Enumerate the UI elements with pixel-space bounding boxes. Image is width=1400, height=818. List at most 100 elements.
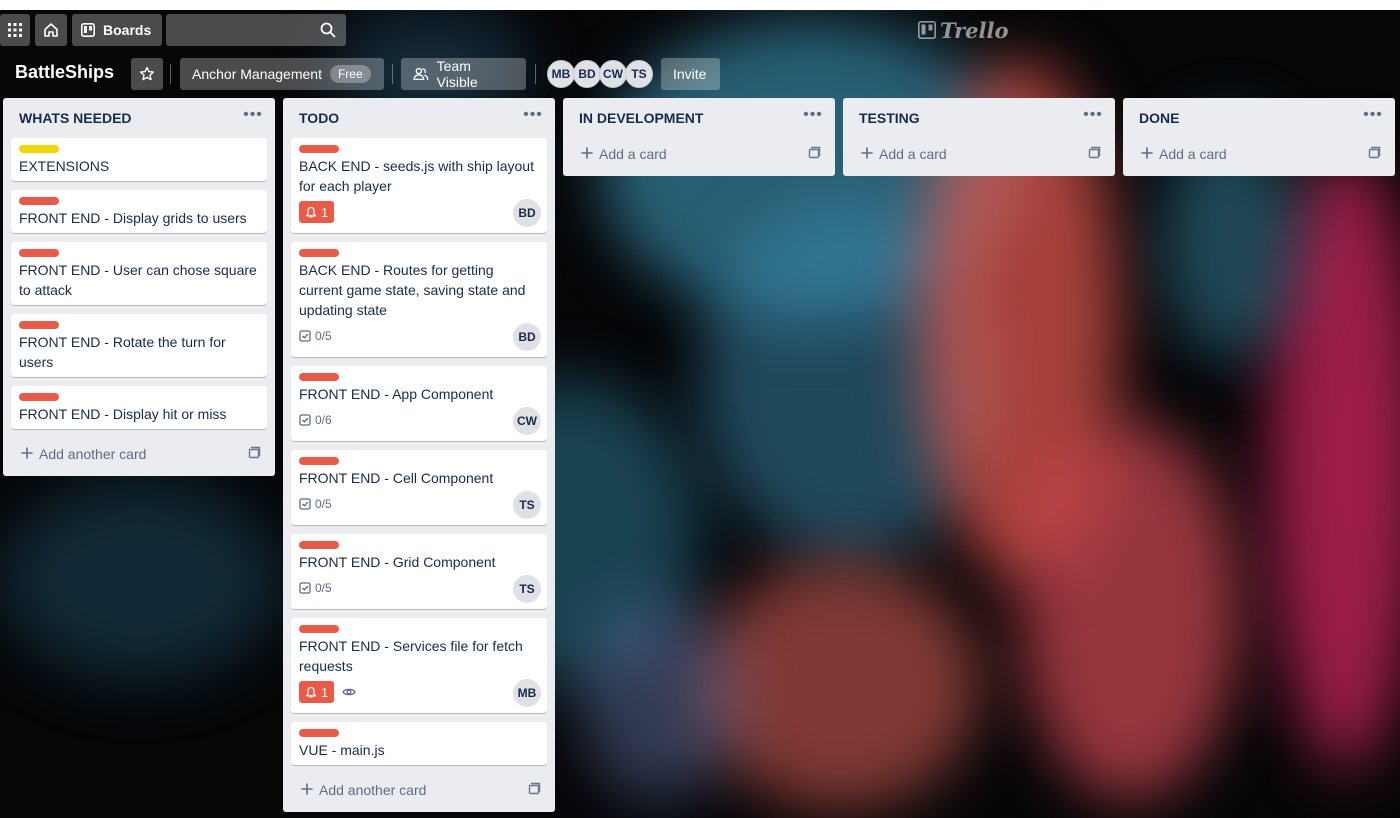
add-card-button[interactable]: Add a card <box>851 140 1107 168</box>
list-header: TESTING ••• <box>843 98 1115 138</box>
list-menu-icon[interactable]: ••• <box>241 106 265 130</box>
browser-edge <box>0 0 1400 10</box>
card[interactable]: FRONT END - Cell Component 0/5 TS <box>291 450 547 525</box>
card-label[interactable] <box>299 541 339 549</box>
card-member-avatar[interactable]: TS <box>513 491 541 519</box>
add-card-label: Add a card <box>599 146 667 162</box>
add-card-label: Add another card <box>319 782 427 798</box>
card[interactable]: FRONT END - App Component 0/6 CW <box>291 366 547 441</box>
list-whats-needed: WHATS NEEDED ••• EXTENSIONS FRONT END - … <box>3 98 275 476</box>
board-title[interactable]: BattleShips <box>15 62 114 83</box>
list-menu-icon[interactable]: ••• <box>521 106 545 130</box>
grid-icon <box>8 23 22 37</box>
checklist-count: 0/6 <box>315 413 332 427</box>
card-label[interactable] <box>19 321 59 329</box>
checklist-badge: 0/6 <box>299 413 332 427</box>
list-title[interactable]: WHATS NEEDED <box>19 110 132 126</box>
plus-icon <box>861 146 873 162</box>
add-card-button[interactable]: Add a card <box>571 140 827 168</box>
card[interactable]: FRONT END - User can chose square to att… <box>11 242 267 305</box>
member-avatar[interactable]: BD <box>573 60 601 88</box>
list-title[interactable]: DONE <box>1139 110 1179 126</box>
card-label[interactable] <box>299 457 339 465</box>
checklist-count: 0/5 <box>315 581 332 595</box>
card-title: FRONT END - User can chose square to att… <box>19 262 257 298</box>
home-icon <box>44 23 58 37</box>
card-member-avatar[interactable]: MB <box>513 679 541 707</box>
due-badge[interactable]: 1 <box>299 681 335 703</box>
card-title: FRONT END - Display hit or miss <box>19 406 227 422</box>
trello-logo[interactable]: Trello <box>918 17 1009 43</box>
card-template-icon[interactable] <box>1087 146 1101 163</box>
divider <box>392 64 393 84</box>
visibility-button[interactable]: Team Visible <box>401 58 526 90</box>
logo-text: Trello <box>940 17 1009 43</box>
list-header: WHATS NEEDED ••• <box>3 98 275 138</box>
card-template-icon[interactable] <box>807 146 821 163</box>
list-todo: TODO ••• BACK END - seeds.js with ship l… <box>283 98 555 812</box>
card-label[interactable] <box>299 145 339 153</box>
card-badges: 0/6 <box>299 413 332 427</box>
list-menu-icon[interactable]: ••• <box>801 106 825 130</box>
card-label[interactable] <box>299 373 339 381</box>
add-card-button[interactable]: Add another card <box>291 776 547 804</box>
member-avatar[interactable]: TS <box>625 60 653 88</box>
card-template-icon[interactable] <box>527 782 541 799</box>
card[interactable]: VUE - main.js <box>291 722 547 765</box>
card-label[interactable] <box>19 393 59 401</box>
list-title[interactable]: TESTING <box>859 110 920 126</box>
card-label[interactable] <box>19 197 59 205</box>
team-icon <box>413 67 429 81</box>
card-template-icon[interactable] <box>247 446 261 463</box>
card-label[interactable] <box>19 145 59 153</box>
checklist-icon <box>299 498 311 510</box>
card-title: FRONT END - Cell Component <box>299 470 494 486</box>
card-member-avatar[interactable]: CW <box>513 407 541 435</box>
boards-label: Boards <box>103 22 152 38</box>
list-title[interactable]: IN DEVELOPMENT <box>579 110 703 126</box>
team-button[interactable]: Anchor Management Free <box>180 58 384 90</box>
card-template-icon[interactable] <box>1367 146 1381 163</box>
plus-icon <box>21 446 33 462</box>
card-member-avatar[interactable]: TS <box>513 575 541 603</box>
card-label[interactable] <box>299 625 339 633</box>
list-title[interactable]: TODO <box>299 110 339 126</box>
list-menu-icon[interactable]: ••• <box>1361 106 1385 130</box>
card[interactable]: FRONT END - Display grids to users <box>11 190 267 233</box>
list-menu-icon[interactable]: ••• <box>1081 106 1105 130</box>
due-count: 1 <box>321 684 329 700</box>
member-avatar[interactable]: MB <box>547 60 575 88</box>
card-badges: 0/5 <box>299 497 332 511</box>
card[interactable]: BACK END - seeds.js with ship layout for… <box>291 138 547 233</box>
card-title: FRONT END - App Component <box>299 386 494 402</box>
card-title: FRONT END - Grid Component <box>299 554 496 570</box>
star-button[interactable] <box>131 58 163 90</box>
boards-button[interactable]: Boards <box>72 14 162 46</box>
due-count: 1 <box>321 204 329 220</box>
card-label[interactable] <box>299 249 339 257</box>
card[interactable]: FRONT END - Grid Component 0/5 TS <box>291 534 547 609</box>
add-card-button[interactable]: Add another card <box>11 440 267 468</box>
card[interactable]: BACK END - Routes for getting current ga… <box>291 242 547 357</box>
search-input[interactable] <box>166 14 346 46</box>
add-card-button[interactable]: Add a card <box>1131 140 1387 168</box>
home-button[interactable] <box>35 14 67 46</box>
card[interactable]: EXTENSIONS <box>11 138 267 181</box>
apps-button[interactable] <box>0 14 30 46</box>
board-icon <box>81 23 95 37</box>
checklist-badge: 0/5 <box>299 329 332 343</box>
checklist-badge: 0/5 <box>299 497 332 511</box>
card-member-avatar[interactable]: BD <box>513 323 541 351</box>
card[interactable]: FRONT END - Rotate the turn for users <box>11 314 267 377</box>
card[interactable]: FRONT END - Display hit or miss <box>11 386 267 429</box>
card-label[interactable] <box>299 729 339 737</box>
card-badges: 0/5 <box>299 581 332 595</box>
invite-button[interactable]: Invite <box>661 58 720 90</box>
due-badge[interactable]: 1 <box>299 201 335 223</box>
card-label[interactable] <box>19 249 59 257</box>
card-member-avatar[interactable]: BD <box>513 199 541 227</box>
member-avatar[interactable]: CW <box>599 60 627 88</box>
card[interactable]: FRONT END - Services file for fetch requ… <box>291 618 547 713</box>
eye-icon <box>342 687 356 697</box>
visibility-label: Team Visible <box>436 58 478 90</box>
